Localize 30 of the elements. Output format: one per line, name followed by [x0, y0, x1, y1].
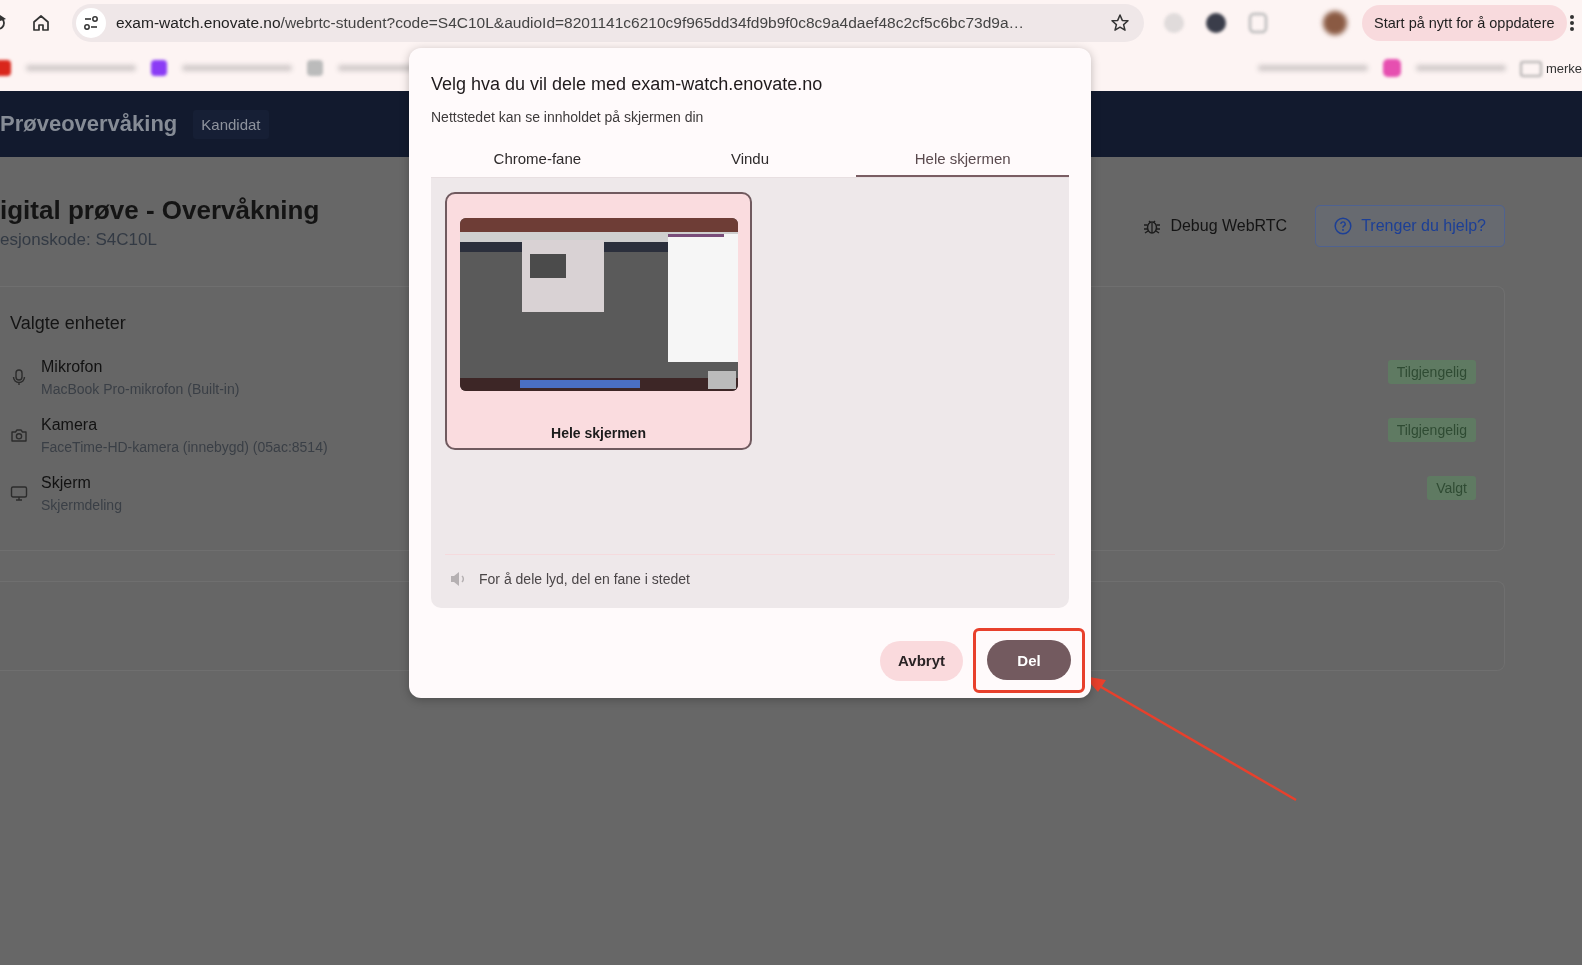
- camera-icon: [10, 426, 28, 444]
- help-icon: [1334, 217, 1353, 235]
- update-button[interactable]: Start på nytt for å oppdatere: [1362, 4, 1567, 41]
- page-title: igital prøve - Overvåkning: [0, 195, 320, 226]
- microphone-icon: [10, 368, 28, 386]
- role-badge: Kandidat: [193, 109, 269, 139]
- device-name: Kamera: [41, 416, 99, 434]
- avatar-icon[interactable]: [1322, 9, 1348, 36]
- home-icon[interactable]: [32, 13, 50, 32]
- extension-icon[interactable]: [1204, 10, 1228, 35]
- address-bar[interactable]: exam-watch.enovate.no/webrtc-student?code=S4C10L&audioId=8201141c6210c9f965dd34fd9b9f0c8c9a4daef48c2cf5c6bc73d9a…: [72, 3, 1144, 42]
- cancel-button[interactable]: Avbryt: [880, 640, 963, 681]
- audio-note: For å dele lyd, del en fane i stedet: [479, 571, 690, 587]
- site-settings-icon[interactable]: [76, 7, 106, 38]
- device-name: Skjerm: [41, 474, 92, 492]
- device-name: Mikrofon: [41, 358, 104, 376]
- bookmark-label[interactable]: merke: [1545, 60, 1582, 76]
- app-title: Prøveovervåking: [0, 111, 178, 137]
- menu-icon[interactable]: [1568, 13, 1575, 32]
- dialog-subtitle: Nettstedet kan se innholdet på skjermen din: [431, 109, 705, 125]
- bookmark-icon[interactable]: [150, 59, 168, 77]
- tab[interactable]: Chrome-fane: [431, 141, 644, 177]
- screen-option[interactable]: Hele skjermen: [445, 192, 752, 450]
- section-heading: Valgte enheter: [10, 313, 127, 334]
- tab[interactable]: Vindu: [643, 141, 857, 177]
- star-icon[interactable]: [1110, 12, 1130, 33]
- dialog-title: Velg hva du vil dele med exam-watch.enovate.no: [431, 74, 824, 95]
- bookmark-icon[interactable]: [1381, 58, 1402, 78]
- monitor-icon: [10, 484, 28, 502]
- share-button[interactable]: Del: [987, 640, 1071, 680]
